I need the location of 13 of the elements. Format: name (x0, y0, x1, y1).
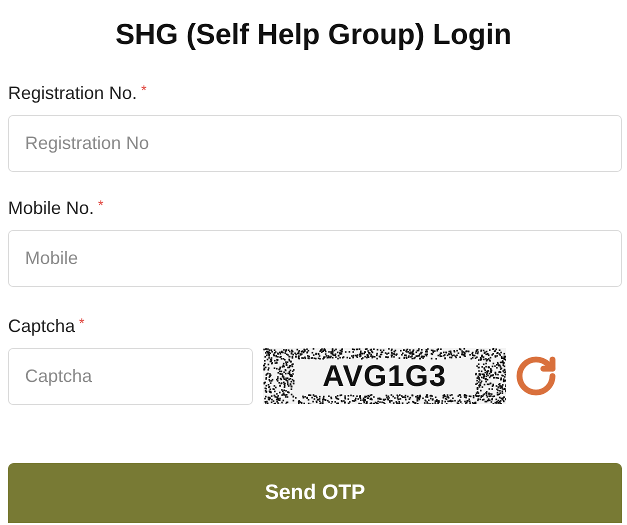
required-mark: * (98, 196, 104, 214)
field-label: Captcha (8, 314, 76, 338)
refresh-icon[interactable] (514, 354, 558, 398)
captcha-text: AVG1G3 (322, 358, 446, 394)
field-label: Registration No. (8, 82, 138, 105)
required-mark: * (79, 314, 84, 332)
captcha-field[interactable]: Captcha (8, 348, 253, 404)
send-otp-button[interactable]: Send OTP (8, 462, 622, 522)
input-field[interactable]: Registration No (8, 114, 622, 172)
input-field[interactable]: Mobile (8, 230, 622, 286)
field-label: Mobile No. (8, 196, 94, 220)
required-mark: * (141, 80, 147, 100)
page-title: SHG (Self Help Group) Login (115, 18, 512, 53)
